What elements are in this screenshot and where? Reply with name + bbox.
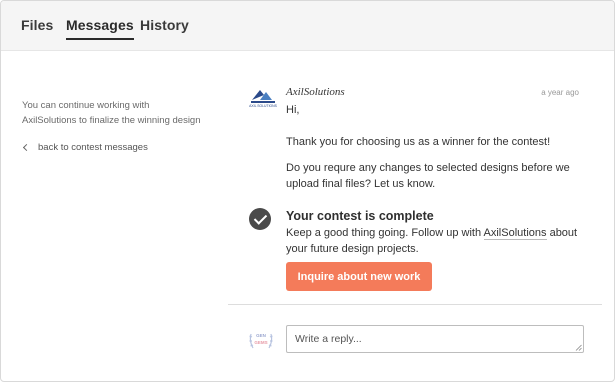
tab-messages-label: Messages [66,17,134,33]
complete-desc-before: Keep a good thing going. Follow up with [286,227,484,239]
contest-complete-title: Your contest is complete [286,209,434,223]
message-paragraph-2: Do you requre any changes to selected de… [286,162,570,190]
back-link-label: back to contest messages [38,142,148,153]
divider [228,304,602,305]
chevron-left-icon [22,143,31,152]
company-logo: AXIL SOLUTIONS [249,90,278,108]
designer-profile-link[interactable]: AxilSolutions [483,227,547,240]
reply-input[interactable] [286,325,584,353]
message-timestamp: a year ago [541,88,579,97]
avatar-text-bottom: GEMS [254,340,267,345]
tab-history[interactable]: History [140,17,189,33]
tab-files[interactable]: Files [21,17,53,33]
logo-wordmark: AXIL SOLUTIONS [249,104,277,108]
contest-messages-panel: Files Messages History You can continue … [0,0,615,382]
tab-bar: Files Messages History [1,1,614,51]
active-tab-indicator [66,38,134,40]
message-sender: AxilSolutions [286,86,345,98]
tab-files-label: Files [21,17,54,33]
inquire-new-work-button[interactable]: Inquire about new work [286,262,432,291]
message-greeting: Hi, [286,104,300,116]
avatar-text-top: GEN [256,333,266,338]
back-to-messages-link[interactable]: back to contest messages [22,142,148,153]
sidebar-info-text: You can continue working with AxilSoluti… [22,100,201,126]
checkmark-circle-icon [249,208,271,230]
tab-history-label: History [140,17,189,33]
message-paragraph-1: Thank you for choosing us as a winner fo… [286,136,551,148]
resize-handle-icon[interactable] [575,344,582,351]
contest-complete-description: Keep a good thing going. Follow up with … [286,225,596,257]
tab-messages[interactable]: Messages [66,17,134,40]
user-avatar: GEN GEMS [247,325,275,353]
